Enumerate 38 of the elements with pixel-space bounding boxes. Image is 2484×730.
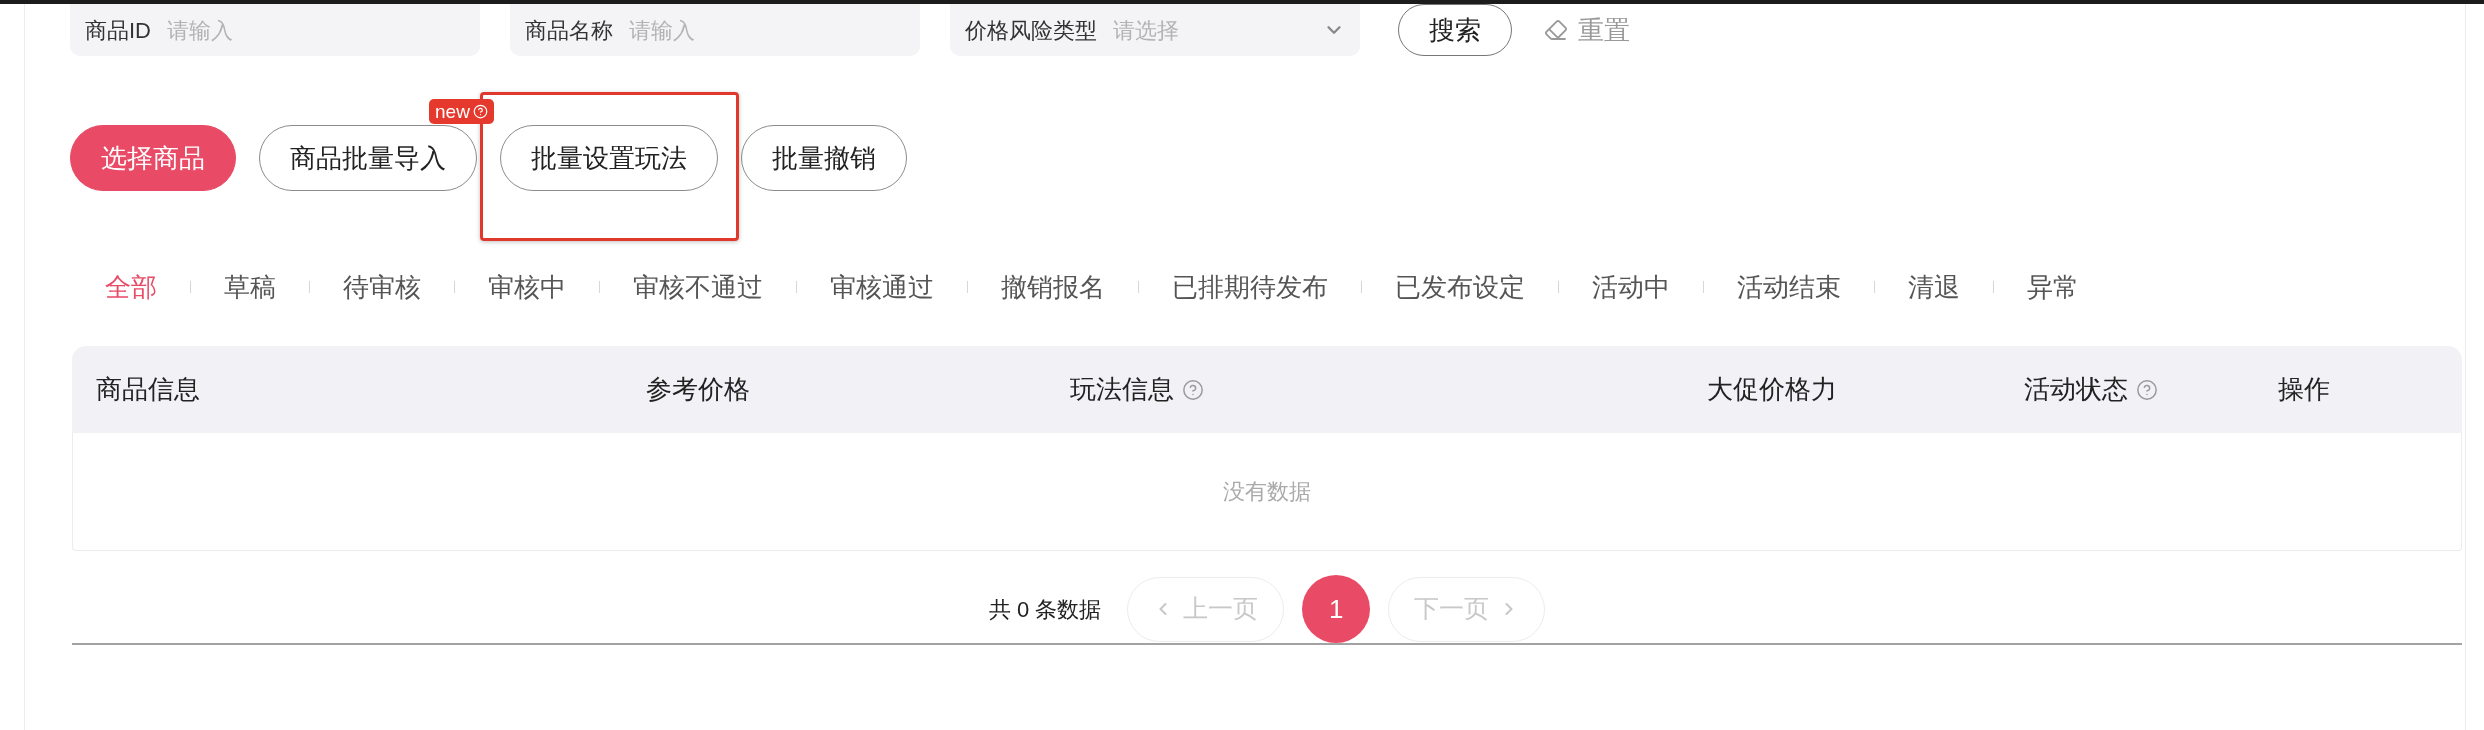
column-header: 活动状态 <box>2024 373 2128 406</box>
action-button[interactable]: 批量撤销 <box>741 125 907 191</box>
text-input[interactable]: 请输入 <box>167 13 465 47</box>
status-tab[interactable]: 全部 <box>72 267 190 307</box>
text-input[interactable]: 请输入 <box>629 13 905 47</box>
field-label: 商品名称 <box>525 16 613 45</box>
field-label: 价格风险类型 <box>965 16 1097 45</box>
status-tab[interactable]: 活动中 <box>1559 267 1703 307</box>
select-input[interactable]: 请选择 <box>1113 13 1307 47</box>
page-number[interactable]: 1 <box>1302 575 1371 643</box>
help-icon <box>472 104 488 119</box>
empty-text: 没有数据 <box>1223 478 1311 506</box>
column-header: 参考价格 <box>646 373 750 406</box>
status-tab[interactable]: 撤销报名 <box>968 267 1138 307</box>
total-count: 共 0 条数据 <box>988 595 1102 624</box>
action-button[interactable]: 选择商品 <box>70 125 236 191</box>
column-header: 玩法信息 <box>1070 373 1174 406</box>
status-tab[interactable]: 已发布设定 <box>1362 267 1558 307</box>
column-header: 商品信息 <box>96 373 200 406</box>
field-label: 商品ID <box>85 16 151 45</box>
status-tab[interactable]: 审核不通过 <box>600 267 796 307</box>
column-header: 操作 <box>2278 373 2330 406</box>
status-tab[interactable]: 活动结束 <box>1704 267 1874 307</box>
status-tab[interactable]: 审核通过 <box>797 267 967 307</box>
status-tab[interactable]: 待审核 <box>310 267 454 307</box>
action-button[interactable]: 商品批量导入 <box>259 125 477 191</box>
status-tab[interactable]: 草稿 <box>191 267 309 307</box>
status-tab[interactable]: 异常 <box>1994 267 2112 307</box>
eraser-icon <box>1544 18 1568 42</box>
input-field[interactable]: 商品ID 请输入 <box>70 4 480 56</box>
input-field[interactable]: 商品名称 请输入 <box>510 4 920 56</box>
status-tab[interactable]: 审核中 <box>455 267 599 307</box>
status-tab[interactable]: 清退 <box>1875 267 1993 307</box>
status-tab[interactable]: 已排期待发布 <box>1139 267 1361 307</box>
column-header: 大促价格力 <box>1707 373 1837 406</box>
select-field[interactable]: 价格风险类型 请选择 <box>950 4 1360 56</box>
action-button[interactable]: 批量设置玩法 <box>500 125 718 191</box>
badge-text: new <box>435 102 470 121</box>
